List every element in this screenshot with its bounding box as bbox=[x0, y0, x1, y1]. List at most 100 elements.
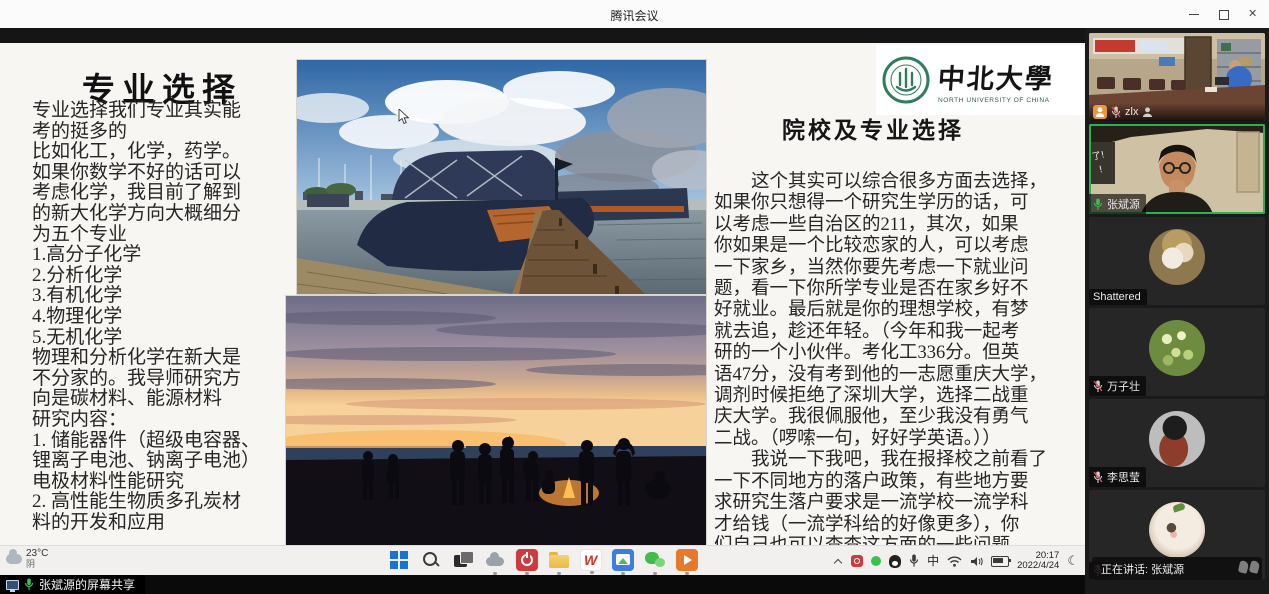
title-bar: 腾讯会议 bbox=[0, 0, 1269, 29]
participant-tile-lisiying[interactable]: 李思莹 bbox=[1089, 399, 1265, 487]
speaking-toast: 正在讲话: 张斌源 bbox=[1092, 557, 1262, 580]
video-app-icon[interactable] bbox=[676, 549, 698, 571]
slide-text-line: 比如化工，化学，药学。 bbox=[32, 142, 300, 163]
slide-text-line: 庆大学。我很佩服他，至少我没有勇气 bbox=[714, 407, 1085, 428]
participant-tile-wanzizhuang[interactable]: 万子壮 bbox=[1089, 308, 1265, 396]
slide-text-line: 的新大化学方向大概细分 bbox=[32, 204, 300, 225]
participant-tile-zlx[interactable]: zlx bbox=[1089, 33, 1265, 121]
participant-label: zlx bbox=[1089, 103, 1265, 121]
slide-text-line: 求研究生落户要求是一流学校一流学科 bbox=[714, 493, 1085, 514]
tray-mic-icon[interactable] bbox=[909, 554, 919, 568]
participant-label: Shattered bbox=[1089, 289, 1147, 305]
gesture-icons bbox=[1239, 561, 1259, 573]
share-banner-label: 张斌源的屏幕共享 bbox=[39, 576, 135, 593]
slide-text-line: 专业选择我们专业其实能 bbox=[32, 101, 300, 122]
university-name-cn: 中北大學 bbox=[937, 57, 1056, 96]
cloud-app-icon[interactable] bbox=[484, 549, 506, 571]
wps-icon[interactable] bbox=[580, 549, 602, 571]
maximize-button[interactable] bbox=[1209, 0, 1239, 28]
participant-label: 万子壮 bbox=[1089, 376, 1146, 396]
speaker-icon[interactable] bbox=[970, 556, 983, 567]
tencent-meeting-window: 腾讯会议 专业选择 专业选择我们专业其实能 考的挺多的 比如化工，化学，药学。 … bbox=[0, 0, 1269, 594]
mic-muted-icon bbox=[1111, 106, 1121, 119]
tray-date: 2022/4/24 bbox=[1017, 561, 1059, 571]
close-button[interactable] bbox=[1239, 0, 1269, 28]
screen-share-region: 专业选择 专业选择我们专业其实能 考的挺多的 比如化工，化学，药学。 如果你数学… bbox=[0, 28, 1085, 594]
share-audio-icon bbox=[24, 578, 34, 591]
slide-text-line: 二战。（啰嗦一句，好好学英语。）） bbox=[714, 429, 1085, 450]
slide-text-line: 你如果是一个比较恋家的人，可以考虑 bbox=[714, 236, 1085, 257]
ime-indicator[interactable]: 中 bbox=[927, 554, 939, 568]
screen-share-banner[interactable]: 张斌源的屏幕共享 bbox=[0, 575, 145, 594]
tray-wechat-icon[interactable] bbox=[871, 556, 881, 566]
speaking-toast-text: 正在讲话: 张斌源 bbox=[1092, 561, 1184, 577]
slide-right-heading: 院校及专业选择 bbox=[700, 111, 1046, 145]
slide-left-text: 专业选择我们专业其实能 考的挺多的 比如化工，化学，药学。 如果你数学不好的话可… bbox=[32, 101, 300, 533]
mic-muted-icon bbox=[1093, 471, 1103, 484]
mouse-cursor bbox=[398, 109, 410, 125]
slide-text-line: 为五个专业 bbox=[32, 225, 300, 246]
host-badge-icon bbox=[1093, 105, 1107, 119]
slide-text-line: 5.无机化学 bbox=[32, 328, 300, 349]
slide-text-line: 3.有机化学 bbox=[32, 286, 300, 307]
minimize-button[interactable] bbox=[1179, 0, 1209, 28]
slide-text-line: 1. 储能器件（超级电容器、 bbox=[32, 431, 300, 452]
participant-name: 万子壮 bbox=[1107, 378, 1140, 394]
slide-text-line: 锂离子电池、钠离子电池） bbox=[32, 451, 300, 472]
avatar bbox=[1149, 320, 1205, 376]
weather-widget[interactable]: 23°C 阴 bbox=[6, 548, 48, 570]
slide-text-line: 2. 高性能生物质多孔炭材 bbox=[32, 492, 300, 513]
file-explorer-icon[interactable] bbox=[548, 549, 570, 571]
tray-red-app-icon[interactable] bbox=[851, 555, 863, 567]
slide-text-line: 研的一个小伙伴。考化工336分。但英 bbox=[714, 343, 1085, 364]
participant-tile-zhangbinyuan[interactable]: 了!! 张斌源 bbox=[1089, 124, 1265, 214]
participant-name: 李思莹 bbox=[1107, 469, 1140, 485]
slide-text-line: 如果你只想得一个研究生学历的话，可 bbox=[714, 193, 1085, 214]
wechat-icon[interactable] bbox=[644, 549, 666, 571]
slide-text-line: 以考虑一些自治区的211，其次，如果 bbox=[714, 215, 1085, 236]
participants-sidebar: zlx 了!! bbox=[1085, 28, 1269, 594]
monitor-icon bbox=[6, 580, 19, 590]
system-tray: 中 20:17 2022/4/24 ☾ bbox=[834, 549, 1079, 573]
tray-clock[interactable]: 20:17 2022/4/24 bbox=[1017, 551, 1059, 571]
slide-text-line: 研究内容： bbox=[32, 410, 300, 431]
bottom-strip: 张斌源的屏幕共享 bbox=[0, 575, 1085, 594]
slide-text-line: 如果你数学不好的话可以 bbox=[32, 163, 300, 184]
red-app-icon[interactable] bbox=[516, 549, 538, 571]
start-button-icon[interactable] bbox=[388, 549, 410, 571]
slide-text-line: 向是碳材料、能源材料 bbox=[32, 389, 300, 410]
mic-on-icon bbox=[1093, 198, 1103, 211]
slide-text-line: 物理和分析化学在新大是 bbox=[32, 348, 300, 369]
window-controls bbox=[1179, 0, 1269, 28]
task-view-icon[interactable] bbox=[452, 549, 474, 571]
mic-muted-icon bbox=[1093, 380, 1103, 393]
member-icon bbox=[1142, 106, 1153, 118]
slide-text-line: 4.物理化学 bbox=[32, 307, 300, 328]
slide-text-line: 2.分析化学 bbox=[32, 266, 300, 287]
slide-text-line: 们自己也可以查查这方面的一些问题 bbox=[714, 536, 1085, 545]
participant-tile-shattered[interactable]: Shattered bbox=[1089, 217, 1265, 305]
participant-label: 李思莹 bbox=[1089, 467, 1146, 487]
avatar bbox=[1149, 502, 1205, 558]
tray-chevron-icon[interactable] bbox=[834, 557, 843, 566]
taskbar-app-icons bbox=[388, 549, 698, 571]
search-icon[interactable] bbox=[420, 549, 442, 571]
slide-text-line: 好就业。最后就是你的理想学校，有梦 bbox=[714, 300, 1085, 321]
slide-text-line: 考的挺多的 bbox=[32, 122, 300, 143]
night-mode-icon[interactable]: ☾ bbox=[1067, 554, 1079, 568]
tray-qq-icon[interactable] bbox=[889, 555, 901, 568]
slide-text-line: 这个其实可以综合很多方面去选择， bbox=[714, 172, 1085, 193]
slide-text-line: 电极材料性能研究 bbox=[32, 472, 300, 493]
wifi-icon[interactable] bbox=[947, 556, 962, 567]
slide-text-line: 才给钱（一流学科给的好像更多），你 bbox=[714, 515, 1085, 536]
weather-condition: 阴 bbox=[26, 559, 48, 570]
university-emblem-icon bbox=[880, 54, 932, 106]
photos-app-icon[interactable] bbox=[612, 549, 634, 571]
slide-text-line: 不分家的。我导师研究方 bbox=[32, 369, 300, 390]
slide-text-line: 调剂时候拒绝了深圳大学，选择二战重 bbox=[714, 386, 1085, 407]
university-logo: 中北大學 NORTH UNIVERSITY OF CHINA bbox=[876, 45, 1084, 115]
participant-name: 张斌源 bbox=[1107, 196, 1140, 212]
battery-icon[interactable] bbox=[991, 556, 1009, 567]
slide-text-line: 一下家乡，当然你要先考虑一下就业问 bbox=[714, 258, 1085, 279]
slide-right-text: 这个其实可以综合很多方面去选择， 如果你只想得一个研究生学历的话，可 以考虑一些… bbox=[714, 172, 1085, 545]
